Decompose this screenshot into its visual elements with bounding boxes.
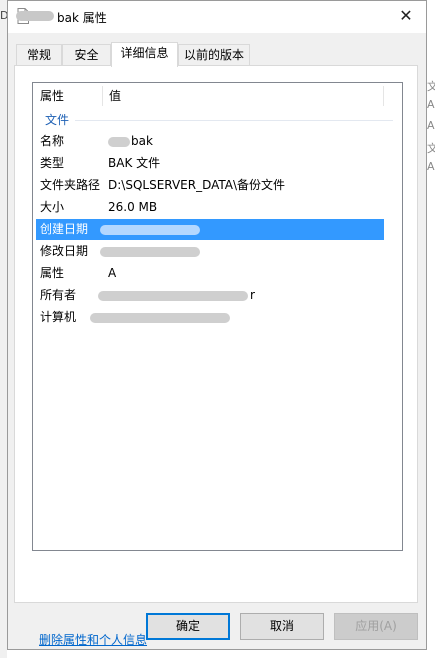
tab-previous-versions[interactable]: 以前的版本	[178, 44, 250, 65]
row-key: 文件夹路径	[40, 178, 101, 192]
tab-details[interactable]: 详细信息	[111, 42, 178, 67]
row-created-date[interactable]: 创建日期	[36, 219, 384, 240]
redacted-filename	[16, 11, 54, 21]
row-key: 所有者	[40, 288, 77, 302]
row-value-text: r	[250, 288, 255, 302]
ok-button[interactable]: 确定	[146, 613, 230, 640]
row-value: bak	[108, 131, 153, 152]
row-computer[interactable]: 计算机	[36, 307, 384, 328]
property-list[interactable]: 属性 值 文件 名称 bak 类型 BAK 文件 文件夹路径 D:\SQLSER…	[32, 82, 403, 551]
row-value	[100, 241, 200, 262]
apply-button[interactable]: 应用(A)	[334, 613, 418, 640]
group-header-file: 文件	[45, 113, 70, 127]
cancel-button[interactable]: 取消	[240, 613, 324, 640]
row-attributes[interactable]: 属性 A	[36, 263, 384, 284]
row-key: 名称	[40, 134, 65, 148]
row-value: r	[98, 285, 255, 306]
properties-dialog: bak 属性 ✕ 常规 安全 详细信息 以前的版本 属性 值 文件 名称 bak	[7, 0, 427, 650]
title-bar[interactable]: bak 属性 ✕	[8, 1, 426, 33]
row-owner[interactable]: 所有者 r	[36, 285, 384, 306]
row-value: BAK 文件	[108, 156, 161, 170]
row-size[interactable]: 大小 26.0 MB	[36, 197, 384, 218]
background-text-3: A	[427, 119, 435, 132]
background-text-2: A	[427, 98, 435, 111]
background-window-left	[0, 0, 7, 658]
window-title: bak 属性	[57, 11, 107, 25]
list-header: 属性 值	[33, 83, 402, 109]
tab-security[interactable]: 安全	[62, 44, 111, 65]
background-text-1: 文	[427, 80, 435, 93]
row-key: 计算机	[40, 310, 77, 324]
details-panel: 属性 值 文件 名称 bak 类型 BAK 文件 文件夹路径 D:\SQLSER…	[14, 65, 418, 647]
row-modified-date[interactable]: 修改日期	[36, 241, 384, 262]
remove-properties-link[interactable]: 删除属性和个人信息	[39, 631, 147, 648]
redacted-value	[98, 290, 248, 301]
row-value: D:\SQLSERVER_DATA\备份文件	[108, 178, 286, 192]
row-key: 属性	[40, 266, 65, 280]
row-key: 修改日期	[40, 244, 89, 258]
column-divider[interactable]	[102, 86, 103, 106]
redacted-value	[100, 246, 200, 257]
column-header-value[interactable]: 值	[109, 83, 121, 109]
row-value	[90, 307, 230, 328]
background-text-4: 文	[427, 142, 435, 155]
row-key: 类型	[40, 156, 65, 170]
row-name[interactable]: 名称 bak	[36, 131, 384, 152]
row-key: 大小	[40, 200, 65, 214]
row-value-text: bak	[131, 134, 153, 148]
tab-general[interactable]: 常规	[16, 44, 62, 65]
redacted-value	[90, 312, 230, 323]
row-key: 创建日期	[40, 222, 89, 236]
row-value: A	[108, 266, 117, 280]
row-folder-path[interactable]: 文件夹路径 D:\SQLSERVER_DATA\备份文件	[36, 175, 384, 196]
row-value	[100, 219, 200, 240]
row-value: 26.0 MB	[108, 200, 158, 214]
close-button[interactable]: ✕	[386, 1, 426, 33]
redacted-value	[108, 136, 130, 147]
redacted-value	[100, 224, 200, 235]
row-type[interactable]: 类型 BAK 文件	[36, 153, 384, 174]
close-icon: ✕	[399, 6, 413, 25]
column-divider[interactable]	[383, 86, 384, 106]
group-divider	[75, 120, 393, 121]
background-text-5: A	[427, 160, 435, 173]
column-header-property[interactable]: 属性	[40, 83, 64, 109]
